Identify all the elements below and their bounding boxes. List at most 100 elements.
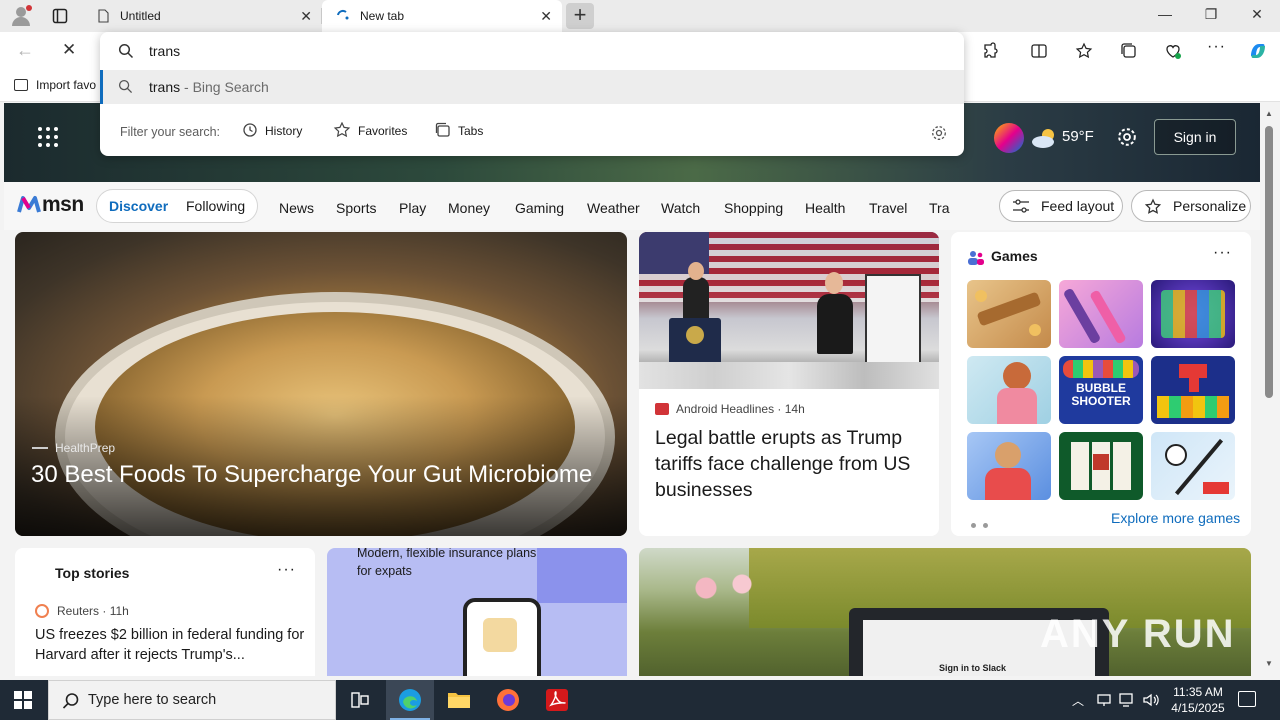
address-bar-input[interactable]: trans [100,32,964,70]
nav-traffic[interactable]: Tra [929,200,951,216]
story-headline[interactable]: US freezes $2 billion in federal funding… [35,625,305,665]
games-title: Games [991,248,1038,264]
laptop-screen-text: Sign in to Slack [939,663,1007,673]
import-favorites-link[interactable]: Import favo [14,78,96,92]
search-settings-gear-icon[interactable] [930,124,948,142]
profile-avatar-icon[interactable] [8,4,34,28]
collections-icon[interactable] [1120,42,1138,60]
suggestion-query: trans [149,79,181,95]
personalize-button[interactable]: Personalize [1131,190,1251,222]
shield-icon [483,618,517,652]
taskbar-acrobat-icon[interactable] [533,680,581,720]
filter-history-button[interactable]: History [242,122,302,138]
taskbar-firefox-icon[interactable] [484,680,532,720]
back-arrow-icon[interactable]: ← [16,40,34,61]
insurance-ad-card[interactable]: Modern, flexible insurance plans for exp… [327,548,627,676]
extensions-icon[interactable] [982,42,1000,60]
game-tile-hospital[interactable] [967,356,1051,424]
taskbar-edge-icon[interactable] [386,680,434,720]
volume-icon[interactable] [1142,692,1160,708]
page-scrollbar[interactable]: ▲ ▼ [1262,103,1280,676]
restore-icon[interactable]: ❐ [1188,6,1234,23]
close-window-icon[interactable]: ✕ [1234,6,1280,23]
nav-news[interactable]: News [279,200,314,216]
game-tile-blocks[interactable] [1151,356,1235,424]
feed-layout-button[interactable]: Feed layout [999,190,1123,222]
nav-travel[interactable]: Travel [869,200,907,216]
scrollbar-thumb[interactable] [1265,126,1273,398]
explore-more-games-link[interactable]: Explore more games [1111,510,1240,526]
scroll-down-icon[interactable]: ▼ [1265,659,1273,668]
msn-logo[interactable]: msn [16,192,86,218]
game-tile-wood-screw[interactable] [967,280,1051,348]
suggestion-source: - Bing Search [180,79,269,95]
new-tab-button[interactable]: + [566,3,594,29]
story-source: Android Headlines [676,402,775,416]
nav-health[interactable]: Health [805,200,845,216]
flowers-image [679,568,769,608]
tab-actions-icon[interactable] [52,8,68,24]
search-suggestion[interactable]: trans - Bing Search [100,70,964,104]
history-icon [243,123,257,137]
apps-grid-icon[interactable] [38,127,58,147]
taskbar-search-placeholder: Type here to search [88,692,217,708]
sign-in-button[interactable]: Sign in [1154,119,1236,155]
nav-play[interactable]: Play [399,200,426,216]
nav-watch[interactable]: Watch [661,200,700,216]
notification-center-icon[interactable] [1238,691,1256,707]
games-more-options-icon[interactable]: ··· [1213,244,1232,262]
following-tab[interactable]: Following [186,198,245,214]
close-tab-icon[interactable]: ✕ [540,8,552,24]
game-tile-cafe[interactable] [967,432,1051,500]
settings-more-icon[interactable]: ··· [1207,38,1225,56]
stop-loading-icon[interactable]: ✕ [62,40,76,60]
copilot-badge-icon[interactable] [994,123,1024,153]
news-story-card[interactable]: Android Headlines · 14h Legal battle eru… [639,232,939,536]
discover-tab[interactable]: Discover [109,198,168,214]
nav-gaming[interactable]: Gaming [515,200,564,216]
minimize-icon[interactable]: — [1142,6,1188,22]
tab-new-tab[interactable]: New tab ✕ [322,0,562,32]
game-tile-jewels[interactable] [1151,280,1235,348]
nav-sports[interactable]: Sports [336,200,376,216]
msn-wordmark: msn [42,193,84,216]
featured-story-card[interactable]: HealthPrep 30 Best Foods To Supercharge … [15,232,627,536]
copilot-icon[interactable] [1247,40,1269,62]
filter-tabs-label: Tabs [458,124,484,138]
split-screen-icon[interactable] [1030,42,1048,60]
filter-favorites-button[interactable]: Favorites [333,121,407,138]
taskbar-file-explorer-icon[interactable] [435,680,483,720]
browser-essentials-icon[interactable] [1164,42,1182,60]
story-headline: Legal battle erupts as Trump tariffs fac… [655,427,911,501]
windows-start-icon[interactable] [14,691,32,709]
nav-money[interactable]: Money [448,200,490,216]
game-tile-makeup[interactable] [1059,280,1143,348]
network-icon[interactable] [1118,692,1136,708]
game-tile-stickman[interactable] [1151,432,1235,500]
story-age: 14h [784,402,805,416]
weather-temperature[interactable]: 59°F [1062,128,1094,145]
favorites-star-icon[interactable] [1075,42,1093,60]
top-stories-more-icon[interactable]: ··· [277,561,296,579]
show-hidden-icons-chevron-icon[interactable]: ︿ [1072,692,1084,709]
close-tab-icon[interactable]: ✕ [300,8,312,24]
nav-weather[interactable]: Weather [587,200,640,216]
carousel-dots[interactable] [971,516,995,531]
task-view-icon[interactable] [336,680,384,720]
filter-tabs-button[interactable]: Tabs [435,122,483,138]
ad-text: Modern, flexible insurance plans for exp… [357,548,537,578]
story-source-line: Android Headlines · 14h [655,402,805,416]
tab-untitled[interactable]: Untitled ✕ [82,0,322,32]
page-settings-gear-icon[interactable] [1116,126,1138,148]
game-tile-mahjong[interactable] [1059,432,1143,500]
game-tile-bubble-shooter[interactable]: BUBBLE SHOOTER [1059,356,1143,424]
scroll-up-icon[interactable]: ▲ [1265,109,1273,118]
story-age: 11h [109,604,129,618]
nav-shopping[interactable]: Shopping [724,200,783,216]
network-device-icon[interactable] [1096,692,1112,708]
taskbar-search-box[interactable]: Type here to search [48,680,336,720]
clock-time: 11:35 AM [1173,685,1223,699]
taskbar-clock[interactable]: 11:35 AM 4/15/2025 [1168,684,1228,716]
android-headlines-logo [655,403,669,415]
top-stories-card: Top stories ··· Reuters · 11h US freezes… [15,548,315,676]
